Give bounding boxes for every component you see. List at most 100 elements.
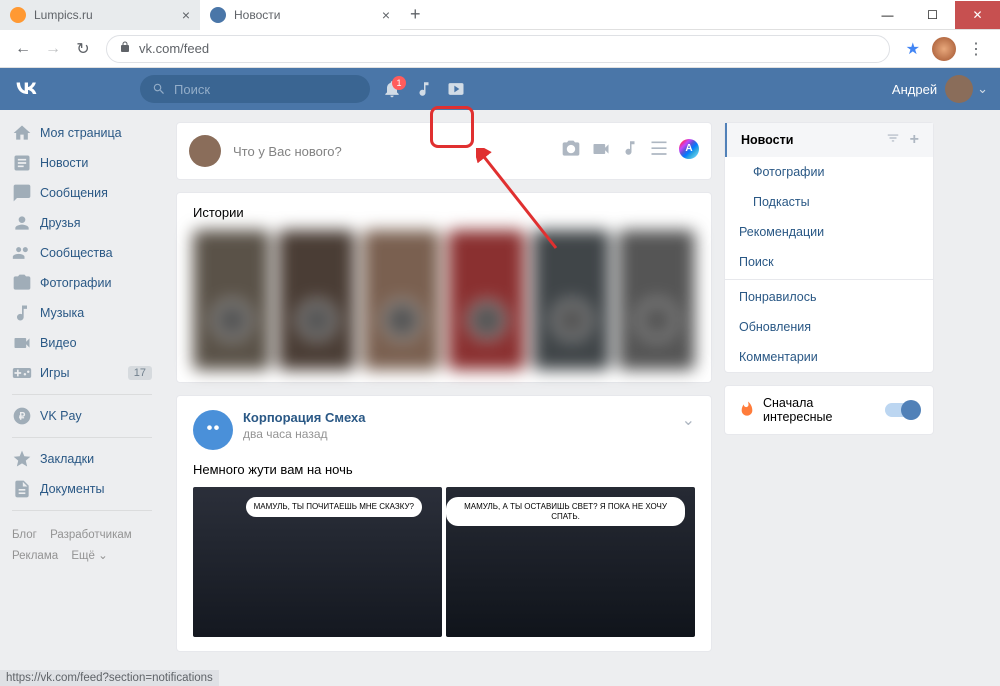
- filter-icon[interactable]: [886, 131, 900, 149]
- divider: [12, 437, 152, 438]
- sidebar-item-groups[interactable]: Сообщества: [0, 238, 164, 268]
- composer-avatar: [189, 135, 221, 167]
- sidebar-item-bookmarks[interactable]: Закладки: [0, 444, 164, 474]
- profile-avatar-icon[interactable]: [932, 37, 956, 61]
- tab-title: Lumpics.ru: [34, 8, 93, 22]
- priority-label: Сначала интересные: [763, 396, 885, 424]
- right-tab-comments[interactable]: Комментарии: [725, 342, 933, 372]
- minimize-button[interactable]: —: [865, 1, 910, 29]
- story-item[interactable]: [278, 230, 355, 370]
- post-image[interactable]: МАМУЛЬ, ТЫ ПОЧИТАЕШЬ МНЕ СКАЗКУ?: [193, 487, 442, 637]
- sidebar-item-messages[interactable]: Сообщения: [0, 178, 164, 208]
- vk-logo[interactable]: [12, 77, 40, 101]
- post-image[interactable]: МАМУЛЬ, А ТЫ ОСТАВИШЬ СВЕТ? Я ПОКА НЕ ХО…: [446, 487, 695, 637]
- maximize-button[interactable]: ☐: [910, 1, 955, 29]
- notifications-button[interactable]: 1: [376, 73, 408, 105]
- blog-link[interactable]: Блог: [12, 529, 37, 541]
- right-sidebar: Новости + Фотографии Подкасты Рекомендац…: [724, 110, 946, 686]
- sidebar-item-music[interactable]: Музыка: [0, 298, 164, 328]
- main-column: Что у Вас нового? A Истории: [164, 110, 724, 686]
- ads-link[interactable]: Реклама: [12, 550, 58, 562]
- music-icon[interactable]: [621, 139, 639, 164]
- left-sidebar: Моя страница Новости Сообщения Друзья Со…: [0, 110, 164, 686]
- post-more-icon[interactable]: ⌄: [682, 410, 695, 430]
- svg-text:₽: ₽: [19, 411, 26, 422]
- bookmark-star-icon[interactable]: ★: [906, 39, 920, 59]
- browser-menu-icon[interactable]: ⋮: [960, 39, 992, 59]
- tab-title: Новости: [234, 8, 280, 22]
- longread-icon[interactable]: [649, 139, 669, 164]
- forward-button[interactable]: →: [38, 34, 68, 64]
- right-tab-liked[interactable]: Понравилось: [725, 282, 933, 312]
- video-play-button[interactable]: [440, 73, 472, 105]
- sidebar-item-profile[interactable]: Моя страница: [0, 118, 164, 148]
- dev-link[interactable]: Разработчикам: [50, 529, 132, 541]
- sidebar-item-vkpay[interactable]: ₽VK Pay: [0, 401, 164, 431]
- reload-button[interactable]: ↻: [68, 34, 98, 64]
- right-tab-news[interactable]: Новости +: [725, 123, 933, 157]
- right-tab-recommend[interactable]: Рекомендации: [725, 217, 933, 247]
- more-link[interactable]: Ещё ⌄: [71, 550, 107, 562]
- search-input[interactable]: Поиск: [140, 75, 370, 103]
- sidebar-item-docs[interactable]: Документы: [0, 474, 164, 504]
- user-menu[interactable]: Андрей ⌄: [892, 75, 988, 103]
- url-bar: ← → ↻ vk.com/feed ★ ⋮: [0, 30, 1000, 68]
- speech-bubble: МАМУЛЬ, ТЫ ПОЧИТАЕШЬ МНЕ СКАЗКУ?: [246, 497, 422, 517]
- tab-close-icon[interactable]: ×: [182, 7, 190, 23]
- browser-tabs: Lumpics.ru × Новости × + — ☐ ✕: [0, 0, 1000, 30]
- chevron-down-icon: ⌄: [977, 81, 988, 97]
- sidebar-item-friends[interactable]: Друзья: [0, 208, 164, 238]
- right-tab-search[interactable]: Поиск: [725, 247, 933, 277]
- lock-icon: [119, 41, 131, 56]
- user-avatar: [945, 75, 973, 103]
- stories-title: Истории: [193, 205, 695, 220]
- fire-icon: [739, 401, 755, 420]
- notification-badge: 1: [392, 76, 406, 90]
- post-time: два часа назад: [243, 427, 365, 441]
- favicon-vk: [210, 7, 226, 23]
- status-bar: https://vk.com/feed?section=notification…: [0, 670, 219, 686]
- divider: [12, 394, 152, 395]
- feed-post: Корпорация Смеха два часа назад ⌄ Немног…: [176, 395, 712, 652]
- post-text: Немного жути вам на ночь: [193, 462, 695, 477]
- tab-vk-news[interactable]: Новости ×: [200, 0, 400, 30]
- new-tab-button[interactable]: +: [400, 4, 431, 25]
- story-item[interactable]: [193, 230, 270, 370]
- video-icon[interactable]: [591, 139, 611, 164]
- divider: [12, 510, 152, 511]
- tab-lumpics[interactable]: Lumpics.ru ×: [0, 0, 200, 30]
- url-text: vk.com/feed: [139, 41, 209, 56]
- priority-toggle-box: Сначала интересные: [724, 385, 934, 435]
- vk-header: Поиск 1 Андрей ⌄: [0, 68, 1000, 110]
- annotation-arrow: [476, 148, 576, 268]
- back-button[interactable]: ←: [8, 34, 38, 64]
- add-icon[interactable]: +: [910, 131, 919, 149]
- right-tab-updates[interactable]: Обновления: [725, 312, 933, 342]
- favicon-lumpics: [10, 7, 26, 23]
- speech-bubble: МАМУЛЬ, А ТЫ ОСТАВИШЬ СВЕТ? Я ПОКА НЕ ХО…: [446, 497, 685, 526]
- window-controls: — ☐ ✕: [865, 1, 1000, 29]
- stories-block: Истории: [176, 192, 712, 383]
- post-avatar[interactable]: [193, 410, 233, 450]
- priority-toggle[interactable]: [885, 403, 919, 417]
- address-bar[interactable]: vk.com/feed: [106, 35, 890, 63]
- sidebar-item-news[interactable]: Новости: [0, 148, 164, 178]
- right-tab-podcasts[interactable]: Подкасты: [725, 187, 933, 217]
- sidebar-item-photos[interactable]: Фотографии: [0, 268, 164, 298]
- color-theme-icon[interactable]: A: [679, 139, 699, 159]
- sidebar-item-video[interactable]: Видео: [0, 328, 164, 358]
- close-button[interactable]: ✕: [955, 1, 1000, 29]
- music-button[interactable]: [408, 73, 440, 105]
- sidebar-item-games[interactable]: Игры17: [0, 358, 164, 388]
- sidebar-footer: Блог Разработчикам Реклама Ещё ⌄: [0, 517, 164, 574]
- story-item[interactable]: [618, 230, 695, 370]
- post-author[interactable]: Корпорация Смеха: [243, 410, 365, 425]
- divider: [725, 279, 933, 280]
- search-placeholder: Поиск: [174, 82, 210, 97]
- right-tab-photos[interactable]: Фотографии: [725, 157, 933, 187]
- games-badge: 17: [128, 366, 152, 380]
- tab-close-icon[interactable]: ×: [382, 7, 390, 23]
- annotation-highlight: [430, 106, 474, 148]
- story-item[interactable]: [363, 230, 440, 370]
- user-name: Андрей: [892, 82, 937, 97]
